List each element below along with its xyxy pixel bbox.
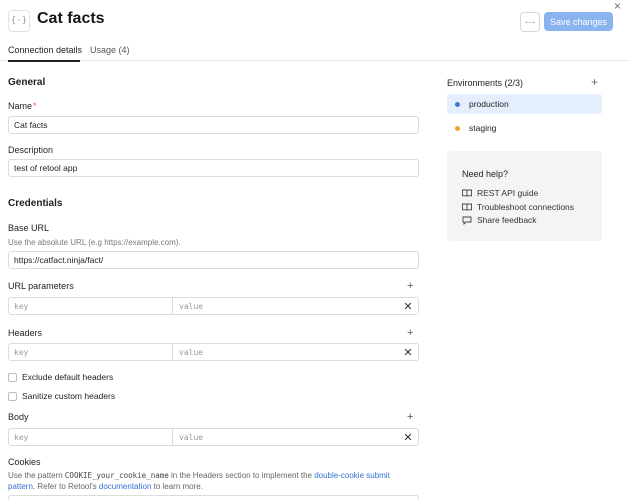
base-url-help-text: Use the absolute URL (e.g https://exampl… xyxy=(8,238,181,247)
checkbox-box[interactable] xyxy=(8,391,17,401)
header-row: key value ✕ xyxy=(8,343,419,361)
share-feedback-link[interactable]: Share feedback xyxy=(462,215,537,225)
exclude-default-headers-label: Exclude default headers xyxy=(22,372,114,382)
sanitize-custom-headers-checkbox[interactable]: Sanitize custom headers xyxy=(8,391,115,401)
url-parameters-label: URL parameters xyxy=(8,281,74,291)
environments-title: Environments (2/3) xyxy=(447,78,524,88)
environment-item-staging[interactable]: staging xyxy=(447,118,602,138)
cookies-help-prefix: Use the pattern xyxy=(8,471,65,480)
book-icon xyxy=(462,189,472,198)
required-indicator: * xyxy=(33,101,37,111)
documentation-link[interactable]: documentation xyxy=(99,482,151,491)
save-changes-button[interactable]: Save changes xyxy=(544,12,613,31)
body-value-input[interactable]: value xyxy=(173,429,398,445)
resource-icon: {·} xyxy=(8,10,30,32)
help-title: Need help? xyxy=(462,169,509,179)
base-url-label: Base URL xyxy=(8,223,50,233)
environment-label: staging xyxy=(469,123,497,133)
help-link-label: Share feedback xyxy=(477,215,537,225)
url-parameter-value-input[interactable]: value xyxy=(173,298,398,314)
chat-icon xyxy=(462,216,472,225)
sanitize-custom-headers-label: Sanitize custom headers xyxy=(22,391,116,401)
description-label: Description xyxy=(8,145,54,155)
name-input[interactable]: Cat facts xyxy=(8,116,419,134)
add-body-param-icon[interactable]: + xyxy=(407,412,413,423)
general-section-title: General xyxy=(8,77,46,88)
page-title: Cat facts xyxy=(37,10,105,27)
headers-label: Headers xyxy=(8,328,43,338)
cookies-help-middle2: . Refer to Retool's xyxy=(32,482,99,491)
cookies-input[interactable] xyxy=(8,495,419,500)
tab-bar: Connection details Usage (4) xyxy=(0,42,629,62)
url-parameter-row: key value ✕ xyxy=(8,297,419,315)
cookie-pattern-code: COOKIE_your_cookie_name xyxy=(64,471,169,480)
remove-body-param-icon[interactable]: ✕ xyxy=(398,429,418,445)
checkbox-box[interactable] xyxy=(8,372,17,382)
name-label-text: Name xyxy=(8,101,33,111)
more-options-button[interactable]: ··· xyxy=(520,12,540,32)
url-parameter-key-input[interactable]: key xyxy=(9,298,173,314)
add-url-parameter-icon[interactable]: + xyxy=(407,281,413,292)
name-label: Name* xyxy=(8,101,37,111)
rest-api-guide-link[interactable]: REST API guide xyxy=(462,188,538,198)
help-panel: Need help? REST API guide Troubleshoot c… xyxy=(447,151,602,241)
remove-header-icon[interactable]: ✕ xyxy=(398,344,418,360)
environment-dot-icon xyxy=(455,125,460,131)
header-value-input[interactable]: value xyxy=(173,344,398,360)
base-url-input[interactable]: https://catfact.ninja/fact/ xyxy=(8,251,419,269)
environment-dot-icon xyxy=(455,101,460,107)
cookies-label: Cookies xyxy=(8,457,41,467)
body-label: Body xyxy=(8,412,29,422)
book-icon xyxy=(462,203,472,212)
cookies-help-suffix: to learn more. xyxy=(151,482,203,491)
exclude-default-headers-checkbox[interactable]: Exclude default headers xyxy=(8,372,113,382)
description-input[interactable]: test of retool app xyxy=(8,159,419,177)
body-key-input[interactable]: key xyxy=(9,429,173,445)
help-link-label: Troubleshoot connections xyxy=(477,202,575,212)
tab-connection-details[interactable]: Connection details xyxy=(8,45,82,55)
remove-url-parameter-icon[interactable]: ✕ xyxy=(398,298,418,314)
credentials-section-title: Credentials xyxy=(8,198,63,209)
tab-usage[interactable]: Usage (4) xyxy=(90,45,130,55)
body-row: key value ✕ xyxy=(8,428,419,446)
help-link-label: REST API guide xyxy=(477,188,539,198)
header-key-input[interactable]: key xyxy=(9,344,173,360)
add-header-icon[interactable]: + xyxy=(407,328,413,339)
active-tab-indicator xyxy=(8,60,80,62)
troubleshoot-connections-link[interactable]: Troubleshoot connections xyxy=(462,202,574,212)
add-environment-icon[interactable]: + xyxy=(591,76,598,88)
environment-item-production[interactable]: production xyxy=(447,94,602,114)
environment-label: production xyxy=(469,99,509,109)
cookies-help-middle: in the Headers section to implement the xyxy=(168,471,315,480)
cookies-help-text: Use the pattern COOKIE_your_cookie_name … xyxy=(8,470,419,492)
header: {·} Cat facts ··· Save changes xyxy=(0,0,629,42)
